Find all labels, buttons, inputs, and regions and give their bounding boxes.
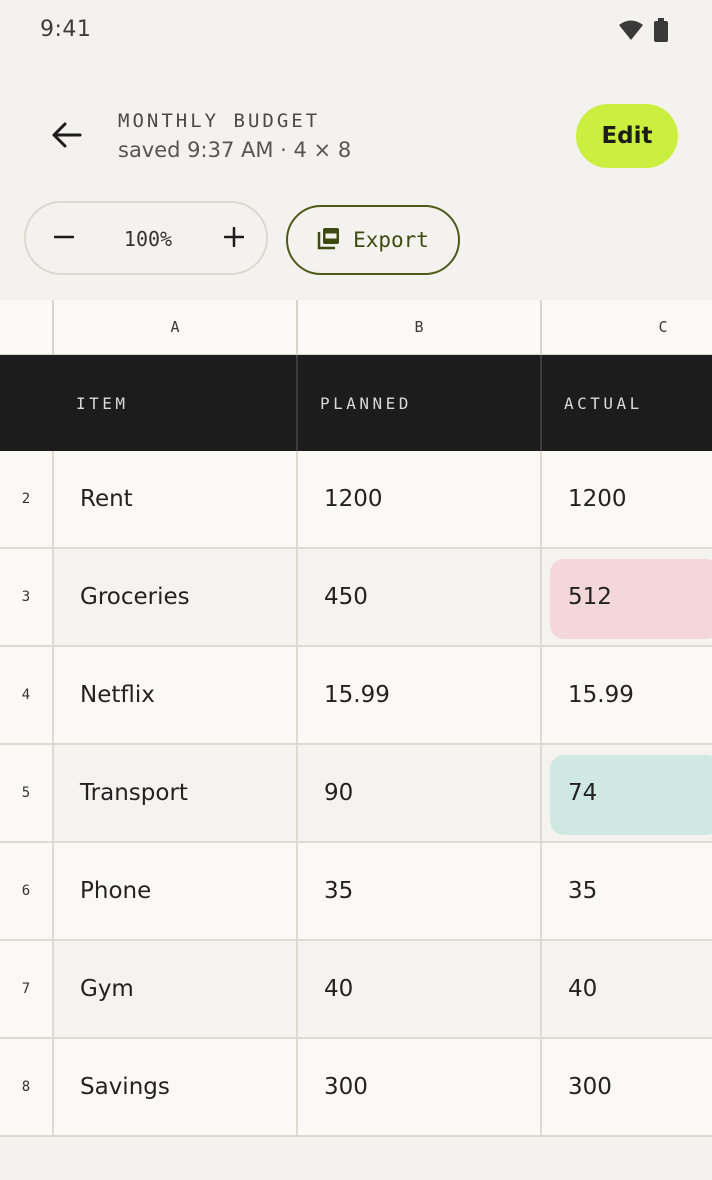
grid-divider — [52, 451, 54, 549]
header-cell-planned[interactable]: PLANNED — [320, 355, 412, 451]
cell-actual[interactable]: 74 — [568, 745, 597, 841]
zoom-out-button[interactable] — [40, 215, 88, 263]
export-button[interactable]: Export — [286, 205, 460, 275]
grid-divider — [296, 843, 298, 941]
arrow-back-icon — [52, 122, 82, 152]
grid-divider — [540, 647, 542, 745]
status-icons — [618, 18, 668, 46]
cell-item[interactable]: Phone — [80, 843, 151, 939]
column-header-a[interactable]: A — [54, 300, 296, 354]
grid-divider — [296, 451, 298, 549]
cell-item[interactable]: Groceries — [80, 549, 190, 645]
status-time: 9:41 — [40, 17, 92, 42]
wifi-icon — [618, 19, 644, 45]
status-bar: 9:41 — [0, 0, 712, 62]
table-header-row: ITEM PLANNED ACTUAL — [0, 355, 712, 451]
grid-divider — [296, 745, 298, 843]
export-label: Export — [353, 228, 429, 252]
table-row: 6 Phone 35 35 — [0, 843, 712, 941]
app-header: MONTHLY BUDGET saved 9:37 AM · 4 × 8 Edi… — [0, 96, 712, 184]
grid-divider — [540, 1039, 542, 1137]
cell-planned[interactable]: 90 — [324, 745, 353, 841]
zoom-in-button[interactable] — [210, 215, 258, 263]
table-row: 7 Gym 40 40 — [0, 941, 712, 1039]
row-number[interactable]: 6 — [0, 843, 52, 939]
cell-planned[interactable]: 450 — [324, 549, 368, 645]
row-number[interactable]: 5 — [0, 745, 52, 841]
grid-divider — [52, 941, 54, 1039]
cell-actual[interactable]: 300 — [568, 1039, 612, 1135]
back-button[interactable] — [42, 112, 92, 162]
grid-divider — [540, 745, 542, 843]
grid-divider — [540, 549, 542, 647]
grid-divider — [540, 843, 542, 941]
grid-divider — [540, 355, 542, 451]
row-number[interactable]: 3 — [0, 549, 52, 645]
header-cell-actual[interactable]: ACTUAL — [564, 355, 643, 451]
cell-planned[interactable]: 40 — [324, 941, 353, 1037]
cell-item[interactable]: Transport — [80, 745, 188, 841]
row-number[interactable]: 2 — [0, 451, 52, 547]
cell-item[interactable]: Gym — [80, 941, 134, 1037]
table-row: 3 Groceries 450 512 — [0, 549, 712, 647]
grid-divider — [52, 1039, 54, 1137]
table-row: 2 Rent 1200 1200 — [0, 451, 712, 549]
grid-divider — [296, 549, 298, 647]
toolbar: 100% Export — [0, 200, 712, 280]
cell-planned[interactable]: 35 — [324, 843, 353, 939]
grid-divider — [52, 843, 54, 941]
cell-actual[interactable]: 15.99 — [568, 647, 634, 743]
grid-divider — [52, 745, 54, 843]
table-row: 5 Transport 90 74 — [0, 745, 712, 843]
row-number[interactable]: 4 — [0, 647, 52, 743]
zoom-level: 100% — [123, 227, 173, 251]
edit-button[interactable]: Edit — [576, 104, 678, 168]
cell-item[interactable]: Netflix — [80, 647, 155, 743]
cell-actual[interactable]: 35 — [568, 843, 597, 939]
cell-actual[interactable]: 512 — [568, 549, 612, 645]
cell-planned[interactable]: 15.99 — [324, 647, 390, 743]
zoom-control: 100% — [24, 201, 268, 275]
grid-divider — [540, 941, 542, 1039]
column-header-b[interactable]: B — [298, 300, 540, 354]
cell-planned[interactable]: 1200 — [324, 451, 383, 547]
cell-item[interactable]: Rent — [80, 451, 133, 547]
table-row: 4 Netflix 15.99 15.99 — [0, 647, 712, 745]
battery-icon — [654, 18, 668, 46]
grid-divider — [540, 451, 542, 549]
row-number[interactable]: 7 — [0, 941, 52, 1037]
page-subtitle: saved 9:37 AM · 4 × 8 — [118, 138, 352, 162]
cell-planned[interactable]: 300 — [324, 1039, 368, 1135]
column-header-row: A B C — [0, 300, 712, 356]
grid-divider — [296, 647, 298, 745]
page-title: MONTHLY BUDGET — [118, 110, 321, 132]
plus-icon — [223, 226, 245, 251]
cell-actual[interactable]: 1200 — [568, 451, 627, 547]
grid-divider — [296, 941, 298, 1039]
cell-actual[interactable]: 40 — [568, 941, 597, 1037]
grid-divider — [296, 1039, 298, 1137]
cell-item[interactable]: Savings — [80, 1039, 170, 1135]
table-row: 8 Savings 300 300 — [0, 1039, 712, 1137]
grid-divider — [296, 355, 298, 451]
minus-icon — [53, 227, 75, 251]
grid-divider — [52, 549, 54, 647]
header-cell-item[interactable]: ITEM — [76, 355, 129, 451]
pdf-icon — [317, 226, 341, 254]
column-header-c[interactable]: C — [542, 300, 712, 354]
row-number[interactable]: 8 — [0, 1039, 52, 1135]
grid-divider — [52, 647, 54, 745]
